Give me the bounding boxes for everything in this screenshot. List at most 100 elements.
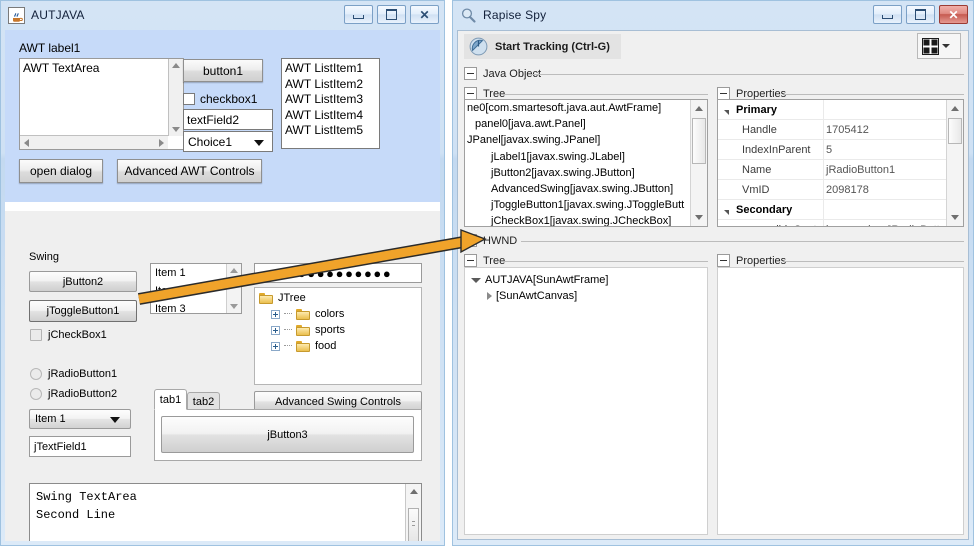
expand-plus-icon[interactable] bbox=[271, 342, 280, 351]
java-object-tree-rows[interactable]: ne0[com.smartesoft.java.aut.AwtFrame]pan… bbox=[465, 100, 707, 227]
collapse-minus-icon[interactable] bbox=[717, 254, 730, 267]
collapse-arrow-icon[interactable] bbox=[724, 210, 729, 215]
scroll-down-button[interactable] bbox=[691, 209, 707, 226]
collapse-arrow-icon[interactable] bbox=[471, 278, 481, 283]
property-row[interactable]: VmID2098178 bbox=[718, 180, 963, 200]
tree-row[interactable]: jToggleButton1[javax.swing.JToggleButt bbox=[465, 197, 707, 213]
hwnd-tree-rows[interactable]: AUTJAVA[SunAwtFrame][SunAwtCanvas] bbox=[465, 268, 707, 304]
jcheckbox1[interactable]: jCheckBox1 bbox=[30, 329, 107, 341]
property-category-row[interactable]: Secondary bbox=[718, 200, 963, 220]
jpasswordfield[interactable]: ●●●●●●●●●●●●●● bbox=[254, 263, 422, 283]
scroll-down-icon[interactable] bbox=[172, 127, 180, 132]
scroll-left-icon[interactable] bbox=[24, 139, 29, 147]
jtogglebutton1[interactable]: jToggleButton1 bbox=[29, 300, 137, 322]
expand-plus-icon[interactable] bbox=[271, 310, 280, 319]
layout-chooser-button[interactable] bbox=[917, 33, 961, 59]
awt-list[interactable]: AWT ListItem1 AWT ListItem2 AWT ListItem… bbox=[281, 58, 380, 149]
jbutton2[interactable]: jButton2 bbox=[29, 271, 137, 292]
collapse-minus-icon[interactable] bbox=[464, 234, 477, 247]
jradiobutton1[interactable]: jRadioButton1 bbox=[30, 368, 117, 380]
swing-textarea[interactable]: Swing TextArea Second Line bbox=[29, 483, 422, 541]
property-row[interactable]: accessibleContextjavax.swing.JRadioButt bbox=[718, 220, 963, 227]
chevron-down-icon[interactable] bbox=[942, 44, 950, 48]
tree-row[interactable]: AUTJAVA[SunAwtFrame] bbox=[465, 272, 707, 288]
spy-titlebar[interactable]: Rapise Spy ✕ bbox=[452, 0, 974, 30]
scroll-up-icon[interactable] bbox=[230, 268, 238, 273]
jlist-vscrollbar[interactable] bbox=[226, 264, 241, 313]
start-tracking-button[interactable]: Start Tracking (Ctrl-G) bbox=[464, 34, 621, 59]
hwnd-tree-pane[interactable]: AUTJAVA[SunAwtFrame][SunAwtCanvas] bbox=[464, 267, 708, 535]
awt-textarea-hscrollbar[interactable] bbox=[20, 135, 168, 149]
maximize-button[interactable] bbox=[906, 5, 935, 24]
tree-node-food[interactable]: food bbox=[271, 340, 336, 352]
property-category-row[interactable]: Primary bbox=[718, 100, 963, 120]
scroll-up-icon[interactable] bbox=[172, 63, 180, 68]
autjava-titlebar[interactable]: AUTJAVA ✕ bbox=[0, 0, 445, 30]
jtree[interactable]: JTree colors sports bbox=[254, 287, 422, 385]
list-item[interactable]: AWT ListItem2 bbox=[285, 77, 379, 93]
hwnd-group-header[interactable]: HWND bbox=[464, 234, 517, 247]
tree-row[interactable]: jLabel1[javax.swing.JLabel] bbox=[465, 149, 707, 165]
tree-node-colors[interactable]: colors bbox=[271, 308, 344, 320]
tree-node-root[interactable]: JTree bbox=[259, 292, 306, 304]
textfield2[interactable]: textField2 bbox=[183, 109, 273, 130]
scroll-up-button[interactable] bbox=[947, 100, 963, 117]
tree-node-sports[interactable]: sports bbox=[271, 324, 345, 336]
scroll-up-button[interactable] bbox=[691, 100, 707, 117]
list-item[interactable]: AWT ListItem1 bbox=[285, 61, 379, 77]
hwnd-properties-header[interactable]: Properties bbox=[717, 254, 786, 267]
close-button[interactable]: ✕ bbox=[410, 5, 439, 24]
swing-textarea-vscrollbar[interactable] bbox=[405, 484, 421, 541]
column-divider[interactable] bbox=[823, 100, 824, 226]
collapse-arrow-icon[interactable] bbox=[724, 110, 729, 115]
tree-row[interactable]: [SunAwtCanvas] bbox=[465, 288, 707, 304]
advanced-awt-controls-button[interactable]: Advanced AWT Controls bbox=[117, 159, 262, 183]
button1[interactable]: button1 bbox=[183, 59, 263, 82]
awt-textarea-vscrollbar[interactable] bbox=[168, 59, 183, 136]
tree-row[interactable]: JPanel[javax.swing.JPanel] bbox=[465, 132, 707, 148]
minimize-button[interactable] bbox=[344, 5, 373, 24]
java-object-properties-rows[interactable]: PrimaryHandle1705412IndexInParent5NamejR… bbox=[718, 100, 963, 227]
choice1-dropdown[interactable]: Choice1 bbox=[183, 131, 273, 152]
expand-plus-icon[interactable] bbox=[271, 326, 280, 335]
tree-row[interactable]: ne0[com.smartesoft.java.aut.AwtFrame] bbox=[465, 100, 707, 116]
tab-tab1[interactable]: tab1 bbox=[154, 389, 187, 410]
jcombobox1[interactable]: Item 1 bbox=[29, 409, 131, 429]
expand-arrow-icon[interactable] bbox=[487, 292, 492, 300]
property-row[interactable]: Handle1705412 bbox=[718, 120, 963, 140]
close-button[interactable]: ✕ bbox=[939, 5, 968, 24]
checkbox1[interactable]: checkbox1 bbox=[183, 92, 257, 106]
jtextfield1[interactable]: jTextField1 bbox=[29, 436, 131, 457]
scroll-down-button[interactable] bbox=[947, 209, 963, 226]
scroll-thumb[interactable] bbox=[408, 508, 419, 541]
jcheckbox1-box[interactable] bbox=[30, 329, 42, 341]
tree-row[interactable]: AdvancedSwing[javax.swing.JButton] bbox=[465, 181, 707, 197]
java-properties-vscrollbar[interactable] bbox=[946, 100, 963, 226]
scroll-right-icon[interactable] bbox=[159, 139, 164, 147]
maximize-button[interactable] bbox=[377, 5, 406, 24]
java-object-properties-pane[interactable]: PrimaryHandle1705412IndexInParent5NamejR… bbox=[717, 99, 964, 227]
list-item[interactable]: AWT ListItem3 bbox=[285, 92, 379, 108]
jradiobutton2-circle[interactable] bbox=[30, 388, 42, 400]
property-row[interactable]: IndexInParent5 bbox=[718, 140, 963, 160]
hwnd-properties-pane[interactable] bbox=[717, 267, 964, 535]
java-tree-vscrollbar[interactable] bbox=[690, 100, 707, 226]
scroll-thumb[interactable] bbox=[948, 118, 962, 144]
jradiobutton1-circle[interactable] bbox=[30, 368, 42, 380]
java-object-tree-pane[interactable]: ne0[com.smartesoft.java.aut.AwtFrame]pan… bbox=[464, 99, 708, 227]
list-item[interactable]: AWT ListItem5 bbox=[285, 123, 379, 139]
minimize-button[interactable] bbox=[873, 5, 902, 24]
tree-row[interactable]: jButton2[javax.swing.JButton] bbox=[465, 165, 707, 181]
list-item[interactable]: AWT ListItem4 bbox=[285, 108, 379, 124]
tab-tab2[interactable]: tab2 bbox=[187, 392, 220, 410]
jradiobutton2[interactable]: jRadioButton2 bbox=[30, 388, 117, 400]
hwnd-tree-header[interactable]: Tree bbox=[464, 254, 505, 267]
tree-row[interactable]: panel0[java.awt.Panel] bbox=[465, 116, 707, 132]
checkbox1-box[interactable] bbox=[183, 93, 195, 105]
open-dialog-button[interactable]: open dialog bbox=[19, 159, 103, 183]
jbutton3[interactable]: jButton3 bbox=[161, 416, 414, 453]
scroll-down-icon[interactable] bbox=[230, 304, 238, 309]
scroll-up-icon[interactable] bbox=[410, 489, 418, 494]
awt-textarea[interactable]: AWT TextArea bbox=[19, 58, 184, 150]
collapse-minus-icon[interactable] bbox=[464, 254, 477, 267]
